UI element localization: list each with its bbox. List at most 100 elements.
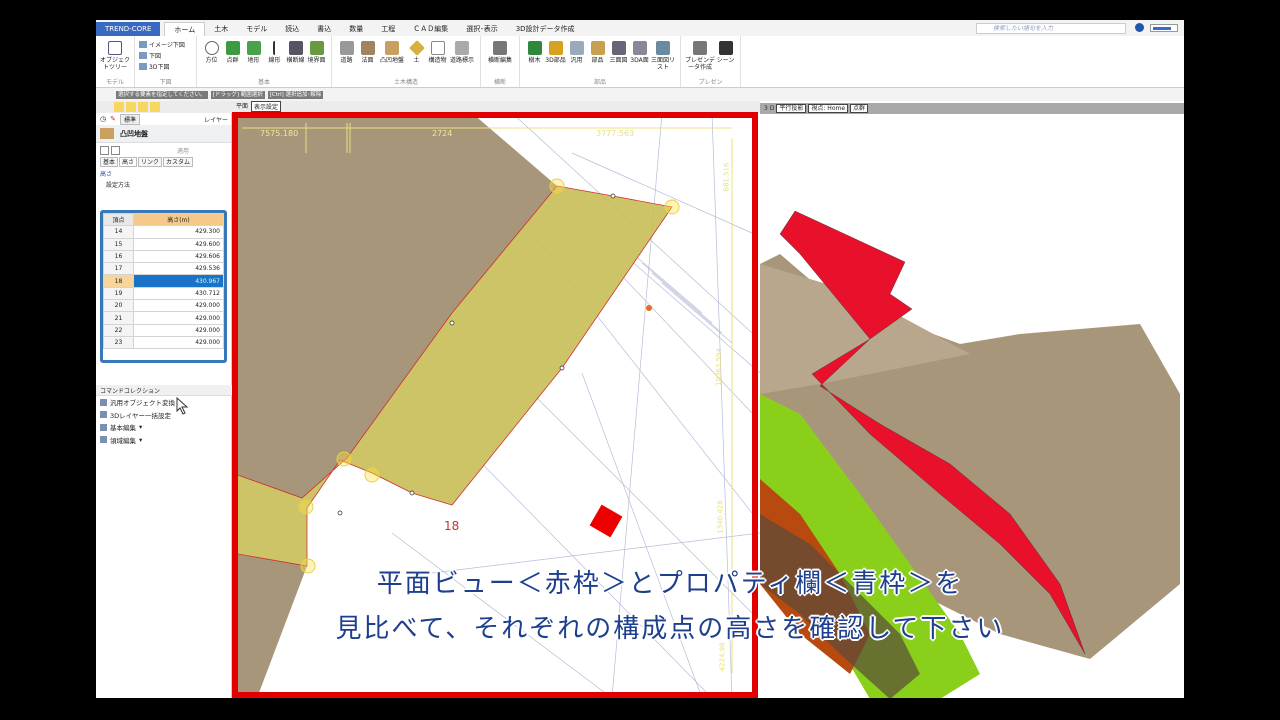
- image-underlay-button[interactable]: イメージ下図: [139, 40, 185, 49]
- point-cloud-toggle[interactable]: 点群: [850, 104, 869, 113]
- slope-button[interactable]: 法面: [357, 38, 378, 77]
- tab-home[interactable]: ホーム: [164, 22, 206, 36]
- height-cell[interactable]: 429.606: [133, 249, 224, 264]
- height-cell[interactable]: 430.967: [133, 274, 224, 288]
- vertex-cell[interactable]: 16: [103, 249, 134, 264]
- vertex-cell[interactable]: 18: [103, 274, 134, 288]
- height-cell[interactable]: 429.000: [133, 299, 224, 313]
- scene-button[interactable]: シーン: [715, 38, 736, 77]
- boundary-button[interactable]: 境界面: [306, 38, 327, 77]
- search-input[interactable]: 検索したい語句を入力: [976, 23, 1126, 34]
- cmd-region-edit[interactable]: 領域編集 ▾: [96, 434, 232, 447]
- 3da-view-icon: [632, 41, 647, 55]
- table-row[interactable]: 23 429.000: [103, 335, 224, 350]
- table-row[interactable]: 18 430.967: [103, 274, 224, 288]
- height-cell[interactable]: 429.600: [133, 237, 224, 251]
- 3da-view-button[interactable]: 3DA面: [629, 38, 650, 77]
- three-view-button[interactable]: 三面図: [608, 38, 629, 77]
- vertex-cell[interactable]: 15: [103, 237, 134, 251]
- table-row[interactable]: 20 429.000: [103, 299, 224, 313]
- move-down-icon[interactable]: [111, 145, 120, 155]
- tab-cad-edit[interactable]: ＣＡＤ編集: [404, 22, 457, 36]
- height-cell[interactable]: 430.712: [133, 286, 224, 301]
- height-cell[interactable]: 429.000: [133, 335, 224, 350]
- cross-edit-button[interactable]: 横断編集: [485, 38, 515, 77]
- uneven-ground-icon: [385, 41, 399, 55]
- vertex-cell[interactable]: 22: [103, 323, 134, 337]
- tab-basic[interactable]: 基本: [100, 157, 119, 167]
- col-vertex[interactable]: 頂点: [103, 212, 134, 227]
- uneven-ground-button[interactable]: 凸凹地盤: [378, 38, 406, 77]
- snap-icon[interactable]: [114, 102, 124, 112]
- snap-point-icon[interactable]: [138, 102, 148, 112]
- structure-button[interactable]: 構造物: [427, 38, 448, 77]
- 3d-parts-button[interactable]: 3D部品: [545, 38, 566, 77]
- tab-height[interactable]: 高さ: [119, 157, 138, 167]
- soil-button[interactable]: 土: [406, 38, 427, 77]
- tab-quantity[interactable]: 数量: [340, 22, 372, 36]
- vertex-cell[interactable]: 23: [103, 335, 134, 350]
- tab-civil[interactable]: 土木: [205, 22, 237, 36]
- clock-icon[interactable]: ◷: [100, 115, 106, 123]
- viewpoint-button[interactable]: 視点: Home: [808, 104, 849, 113]
- vertex-cell[interactable]: 21: [103, 311, 134, 325]
- tab-3d-design[interactable]: 3D設計データ作成: [507, 22, 584, 36]
- point-cloud-icon: [225, 41, 240, 55]
- height-cell[interactable]: 429.000: [133, 323, 224, 337]
- vertex-cell[interactable]: 19: [103, 286, 134, 301]
- height-cell[interactable]: 429.000: [133, 311, 224, 325]
- compass-button[interactable]: 方位: [201, 38, 222, 77]
- presentation-data-button[interactable]: プレゼンデータ作成: [685, 38, 715, 77]
- table-row[interactable]: 21 429.000: [103, 311, 224, 325]
- road-marking-button[interactable]: 道路標示: [448, 38, 476, 77]
- table-row[interactable]: 22 429.000: [103, 323, 224, 337]
- table-row[interactable]: 19 430.712: [103, 286, 224, 301]
- tab-model[interactable]: モデル: [237, 22, 276, 36]
- brand-logo[interactable]: TREND-CORE: [96, 22, 161, 36]
- vertex-cell[interactable]: 14: [103, 225, 134, 239]
- tab-display-setting[interactable]: 表示設定: [251, 101, 282, 112]
- alignment-button[interactable]: 線形: [264, 38, 285, 77]
- cross-line-button[interactable]: 横断線: [285, 38, 306, 77]
- table-row[interactable]: 17 429.536: [103, 262, 224, 276]
- point-cloud-button[interactable]: 点群: [222, 38, 243, 77]
- vertex-cell[interactable]: 20: [103, 299, 134, 313]
- object-tree-button[interactable]: オブジェクトツリー: [100, 38, 130, 77]
- structure-icon: [430, 41, 445, 55]
- style-select[interactable]: 標準: [119, 113, 140, 125]
- tab-link[interactable]: リンク: [138, 157, 163, 167]
- vertex-cell[interactable]: 17: [103, 262, 134, 276]
- table-row[interactable]: 15 429.600: [103, 237, 224, 251]
- road-button[interactable]: 道路: [336, 38, 357, 77]
- table-row[interactable]: 14 429.300: [103, 225, 224, 239]
- cmd-basic-edit[interactable]: 基本編集 ▾: [96, 421, 232, 434]
- pen-icon[interactable]: ✎: [110, 115, 116, 123]
- account-button[interactable]: [1150, 24, 1178, 32]
- tab-export[interactable]: 書込: [308, 22, 340, 36]
- snap-grid-icon[interactable]: [150, 102, 160, 112]
- generic-button[interactable]: 汎用: [566, 38, 587, 77]
- tab-plan[interactable]: 平面: [236, 101, 248, 112]
- cmd-3d-layer-setting[interactable]: 3Dレイヤー一括設定: [96, 409, 232, 422]
- tab-custom[interactable]: カスタム: [163, 157, 194, 167]
- table-row[interactable]: 16 429.606: [103, 249, 224, 264]
- apply-button[interactable]: 適用: [177, 146, 189, 155]
- height-cell[interactable]: 429.536: [133, 262, 224, 276]
- parallel-projection-button[interactable]: 平行投影: [776, 104, 807, 113]
- tab-import[interactable]: 読込: [276, 22, 308, 36]
- cmd-generic-convert[interactable]: 汎用オブジェクト変換: [96, 396, 232, 409]
- underlay-button[interactable]: 下図: [139, 51, 185, 60]
- tab-process[interactable]: 工程: [372, 22, 404, 36]
- height-cell[interactable]: 429.300: [133, 225, 224, 239]
- tree-button[interactable]: 樹木: [524, 38, 545, 77]
- terrain-button[interactable]: 地形: [243, 38, 264, 77]
- snap-cross-icon[interactable]: [126, 102, 136, 112]
- help-icon[interactable]: [1135, 23, 1144, 32]
- tab-select-display[interactable]: 選択･表示: [457, 22, 507, 36]
- col-height[interactable]: 高さ(m): [133, 212, 224, 227]
- three-view-list-button[interactable]: 三面図リスト: [650, 38, 676, 77]
- layer-button[interactable]: レイヤー: [204, 115, 231, 124]
- 3d-underlay-button[interactable]: 3D下図: [139, 62, 185, 71]
- move-up-icon[interactable]: [100, 145, 109, 155]
- parts-button[interactable]: 部品: [587, 38, 608, 77]
